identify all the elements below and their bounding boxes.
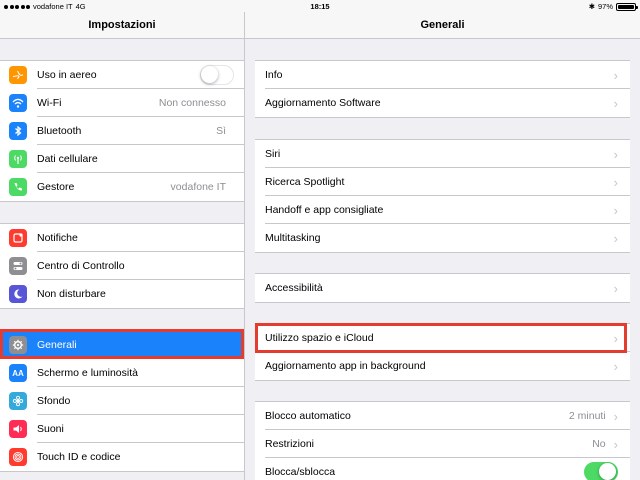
speaker-icon [9,420,27,438]
info-row[interactable]: Info › [255,61,630,89]
sidebar-item-label: Sfondo [37,395,71,407]
row-label: Info [265,69,283,81]
bluetooth-status: Sì [216,125,226,137]
row-label: Handoff e app consigliate [265,204,384,216]
restrictions-row[interactable]: Restrizioni No › [255,430,630,458]
page-title: Generali [245,12,640,39]
row-label: Restrizioni [265,438,315,450]
sidebar-group-connectivity: Uso in aereo Wi-Fi Non connesso Bluetoot… [0,60,244,202]
auto-lock-row[interactable]: Blocco automatico 2 minuti › [255,402,630,430]
row-label: Aggiornamento Software [265,97,381,109]
sidebar-item-label: Uso in aereo [37,69,97,81]
sidebar-item-label: Wi-Fi [37,97,62,109]
phone-icon [9,178,27,196]
sidebar-item-cellular-data[interactable]: Dati cellulare [0,145,244,173]
sidebar-item-wallpaper[interactable]: Sfondo [0,387,244,415]
chevron-right-icon: › [613,280,618,296]
sidebar-item-notifications[interactable]: Notifiche [0,224,244,252]
auto-lock-value: 2 minuti [568,410,606,422]
bluetooth-status-icon: ✱ [588,2,595,11]
chevron-right-icon: › [613,230,618,246]
sidebar-item-carrier[interactable]: Gestore vodafone IT [0,173,244,201]
row-label: Ricerca Spotlight [265,176,345,188]
software-update-row[interactable]: Aggiornamento Software › [255,89,630,117]
chevron-right-icon: › [613,67,618,83]
notifications-icon [9,229,27,247]
chevron-right-icon: › [613,146,618,162]
sidebar-item-label: Dati cellulare [37,153,98,165]
sidebar-item-label: Schermo e luminosità [37,367,138,379]
switches-icon [9,257,27,275]
sidebar-item-display-brightness[interactable]: AA Schermo e luminosità [0,359,244,387]
sidebar-item-airplane-mode[interactable]: Uso in aereo [0,61,244,89]
bluetooth-icon [9,122,27,140]
settings-sidebar: Uso in aereo Wi-Fi Non connesso Bluetoot… [0,40,244,480]
background-refresh-row[interactable]: Aggiornamento app in background › [255,352,630,380]
battery-icon [616,2,638,11]
row-label: Blocca/sblocca [265,466,336,478]
sidebar-item-touch-id[interactable]: Touch ID e codice [0,443,244,471]
moon-icon [9,285,27,303]
row-label: Aggiornamento app in background [265,360,426,372]
row-label: Accessibilità [265,282,323,294]
airplane-mode-toggle[interactable] [200,65,234,85]
detail-group-lock: Blocco automatico 2 minuti › Restrizioni… [255,401,630,480]
chevron-right-icon: › [613,358,618,374]
sidebar-item-label: Suoni [37,423,64,435]
sidebar-item-sounds[interactable]: Suoni [0,415,244,443]
battery-percent: 97% [597,2,613,11]
multitasking-row[interactable]: Multitasking › [255,224,630,252]
antenna-icon [9,150,27,168]
general-settings-panel: Info › Aggiornamento Software › Siri › R… [245,40,640,480]
fingerprint-icon [9,448,27,466]
chevron-right-icon: › [613,95,618,111]
handoff-row[interactable]: Handoff e app consigliate › [255,196,630,224]
sidebar-item-control-center[interactable]: Centro di Controllo [0,252,244,280]
sidebar-item-label: Touch ID e codice [37,451,121,463]
sidebar-item-label: Gestore [37,181,75,193]
detail-group-info: Info › Aggiornamento Software › [255,60,630,118]
restrictions-value: No [592,438,606,450]
sidebar-item-label: Notifiche [37,232,78,244]
spotlight-search-row[interactable]: Ricerca Spotlight › [255,168,630,196]
wifi-icon [9,94,27,112]
sidebar-item-label: Non disturbare [37,288,106,300]
sidebar-item-label: Bluetooth [37,125,82,137]
storage-icloud-highlight-box [255,323,627,353]
sidebar-item-do-not-disturb[interactable]: Non disturbare [0,280,244,308]
sidebar-title: Impostazioni [0,12,244,39]
sidebar-group-notifications: Notifiche Centro di Controllo Non distur… [0,223,244,309]
airplane-icon [9,66,27,84]
sidebar-item-bluetooth[interactable]: Bluetooth Sì [0,117,244,145]
siri-row[interactable]: Siri › [255,140,630,168]
detail-group-siri: Siri › Ricerca Spotlight › Handoff e app… [255,139,630,253]
row-label: Siri [265,148,281,160]
row-label: Multitasking [265,232,321,244]
carrier-value: vodafone IT [170,181,226,193]
status-time: 18:15 [310,2,330,11]
accessibility-row[interactable]: Accessibilità › [255,274,630,302]
flower-icon [9,392,27,410]
text-size-icon: AA [9,364,27,382]
chevron-right-icon: › [613,202,618,218]
row-label: Blocco automatico [265,410,351,422]
status-bar: vodafone IT 4G 18:15 ✱ 97% [0,0,640,12]
chevron-right-icon: › [613,436,618,452]
sidebar-item-wifi[interactable]: Wi-Fi Non connesso [0,89,244,117]
general-highlight-box [0,329,244,359]
sidebar-item-label: Centro di Controllo [37,260,125,272]
lock-unlock-toggle[interactable] [584,462,618,480]
chevron-right-icon: › [613,408,618,424]
chevron-right-icon: › [613,174,618,190]
lock-unlock-row: Blocca/sblocca [255,458,630,480]
detail-group-accessibility: Accessibilità › [255,273,630,303]
wifi-status: Non connesso [158,97,226,109]
